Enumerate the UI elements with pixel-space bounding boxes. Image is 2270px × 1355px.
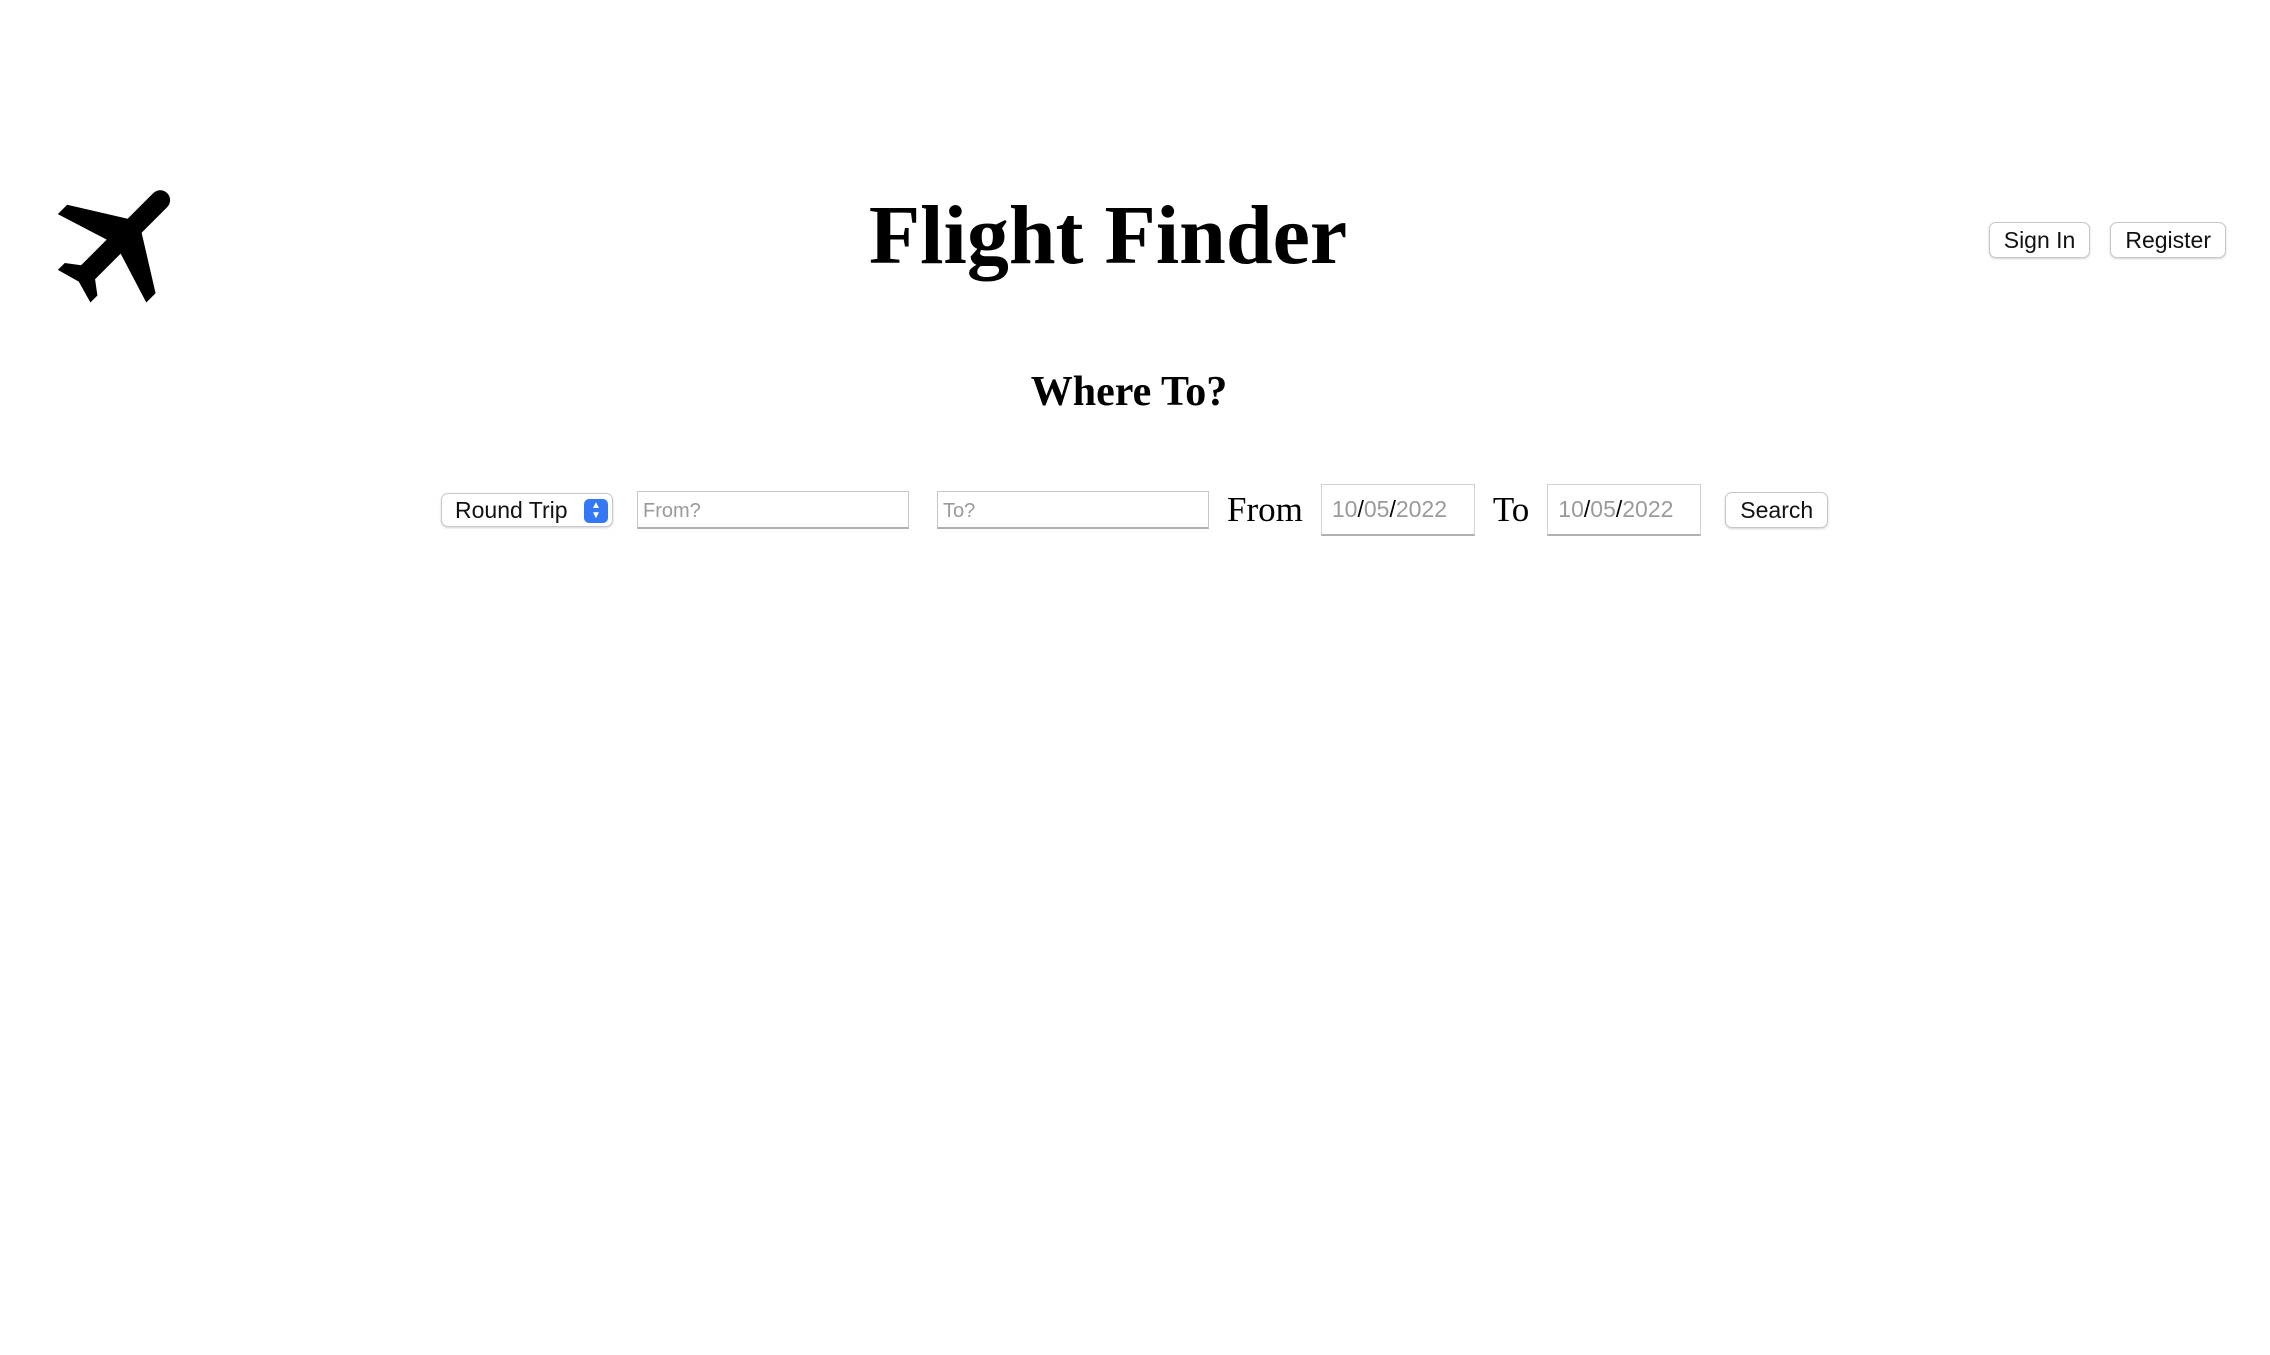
flight-search-form: Round Trip ▲▼ From 10/05/2022 To 10/05/2… bbox=[441, 483, 1829, 537]
page-title: Flight Finder bbox=[868, 189, 1348, 282]
return-day: 05 bbox=[1590, 496, 1616, 522]
departure-month: 10 bbox=[1331, 496, 1358, 522]
trip-type-select[interactable]: Round Trip ▲ ▼ bbox=[441, 493, 613, 527]
trip-type-value: Round Trip bbox=[455, 497, 568, 523]
departure-day: 05 bbox=[1363, 496, 1390, 522]
departure-date-input[interactable]: 10/05/2022 bbox=[1320, 484, 1475, 536]
return-date-input[interactable]: 10/05/2022 bbox=[1547, 484, 1702, 536]
chevron-up-down-icon: ▲ ▼ bbox=[584, 499, 608, 523]
return-month: 10 bbox=[1558, 496, 1584, 522]
where-to-heading: Where To? bbox=[1030, 369, 1228, 415]
sign-in-button[interactable]: Sign In bbox=[1988, 222, 2091, 258]
search-button[interactable]: Search bbox=[1725, 492, 1829, 528]
return-year: 2022 bbox=[1622, 496, 1674, 522]
auth-buttons: Sign In Register bbox=[1988, 222, 2226, 258]
register-button[interactable]: Register bbox=[2110, 222, 2226, 258]
departure-year: 2022 bbox=[1395, 496, 1447, 522]
return-date-label: To bbox=[1492, 490, 1530, 529]
departure-date-label: From bbox=[1227, 490, 1303, 529]
origin-input[interactable] bbox=[637, 491, 909, 529]
destination-input[interactable] bbox=[937, 491, 1209, 529]
